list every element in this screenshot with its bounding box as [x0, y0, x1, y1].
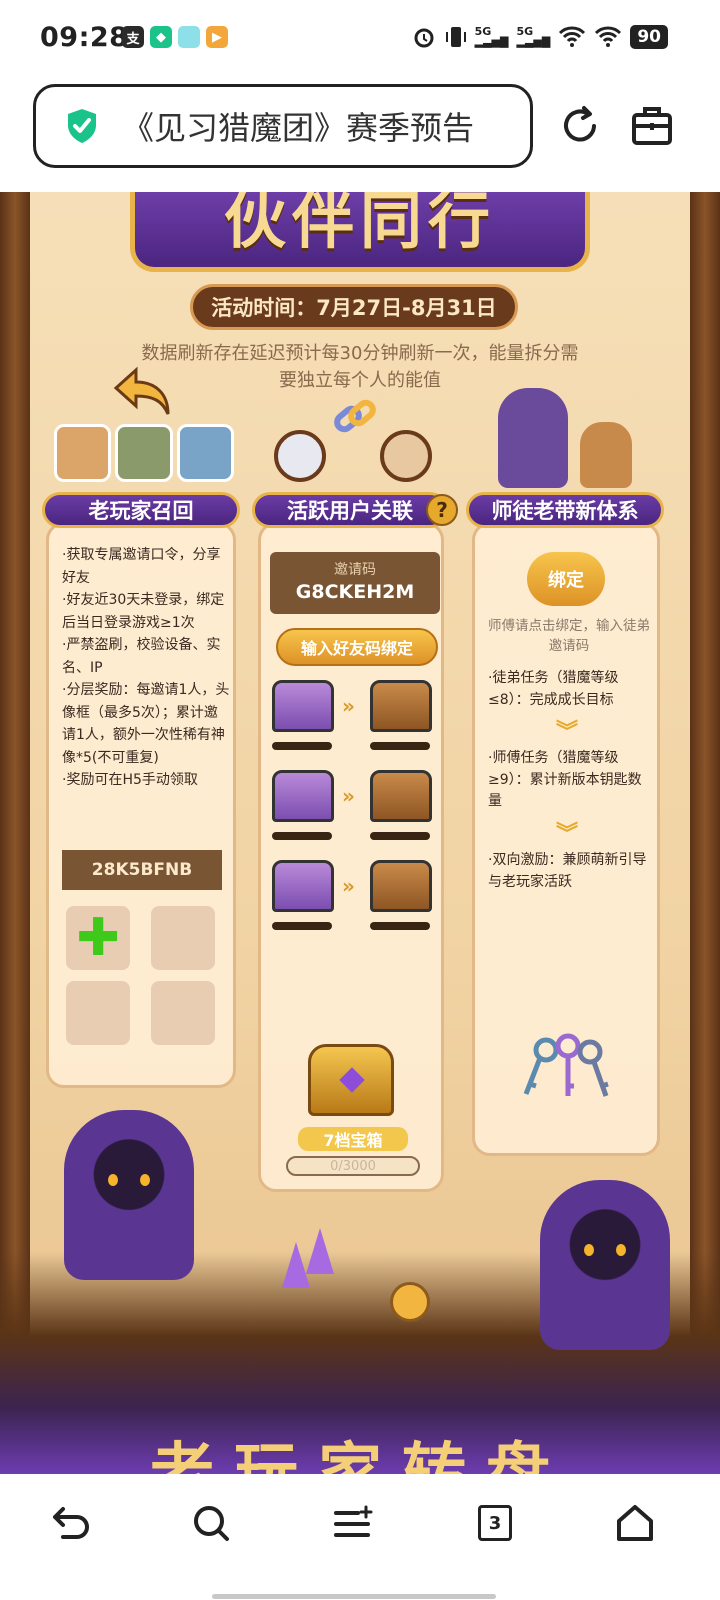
page-title: 《见习猎魔团》赛季预告 — [122, 109, 475, 147]
avatar — [176, 424, 234, 482]
crystal-icon — [306, 1228, 334, 1274]
search-icon — [194, 1506, 229, 1541]
chevron-down-icon: ︾ — [556, 822, 579, 847]
video-app-icon: ▶ — [206, 26, 228, 48]
purple-chest-icon — [272, 770, 334, 822]
address-bar[interactable]: 《见习猎魔团》赛季预告 — [33, 84, 533, 168]
treasure-chest-icon[interactable] — [308, 1044, 394, 1116]
invite-code-card[interactable]: 邀请码 G8CKEH2M — [270, 552, 440, 614]
reward-row: » — [270, 770, 440, 846]
bottom-banner-text: 老玩家转盘 — [150, 1437, 570, 1474]
search-button[interactable] — [188, 1500, 234, 1546]
help-icon[interactable]: ? — [426, 494, 458, 526]
reward-bar — [272, 742, 332, 750]
mentor-task: ·师傅任务（猎魔等级≥9）：累计新版本钥匙数量 — [488, 750, 642, 809]
bind-button[interactable]: 绑定 — [527, 552, 605, 606]
chest-tier-label: 7档宝箱 — [298, 1127, 408, 1151]
message-app-icon — [178, 26, 200, 48]
chest-progress: 0/3000 — [286, 1156, 420, 1176]
gold-chest-icon — [370, 770, 432, 822]
title-banner: 伙伴同行 — [130, 192, 590, 272]
reward-bar — [272, 922, 332, 930]
wifi-icon-2 — [595, 26, 622, 47]
signal-2-icon: 5G ▂▃▅▇ — [516, 25, 551, 48]
status-bar: 09:28 支 ◆ ▶ 5G ▂▃▅▇ 5G ▂▃▅▇ 90 — [0, 0, 720, 78]
event-page: 伙伴同行 活动时间：7月27日-8月31日 数据刷新存在延迟预计每30分钟刷新一… — [0, 192, 720, 1474]
back-icon — [53, 1507, 89, 1539]
wifi-icon — [559, 26, 586, 47]
gem-icon — [339, 1067, 365, 1093]
mentor-character — [498, 388, 568, 488]
alarm-icon — [414, 28, 434, 48]
cat-avatar — [274, 430, 326, 482]
friend-slot[interactable] — [66, 981, 130, 1045]
recall-panel-title: 老玩家召回 — [42, 492, 240, 528]
reward-row: » — [270, 860, 440, 936]
avatar — [115, 424, 173, 482]
reward-bar — [370, 742, 430, 750]
add-friend-slot[interactable]: ✚ — [66, 906, 130, 970]
system-status-icons: 5G ▂▃▅▇ 5G ▂▃▅▇ 90 — [411, 24, 668, 50]
banner-title: 伙伴同行 — [223, 192, 496, 257]
gold-chest-icon — [370, 680, 432, 732]
security-app-icon: ◆ — [150, 26, 172, 48]
friend-slot[interactable] — [151, 981, 215, 1045]
notification-icons: 支 ◆ ▶ — [122, 26, 228, 48]
menu-button[interactable] — [330, 1500, 376, 1546]
recall-rules: ·获取专属邀请口令，分享好友 ·好友近30天未登录，绑定后当日登录游戏≥1次 ·… — [62, 547, 230, 788]
reward-bar — [272, 832, 332, 840]
home-button[interactable] — [612, 1500, 658, 1546]
menu-icon — [334, 1505, 373, 1537]
signal-1-icon: 5G ▂▃▅▇ — [474, 25, 509, 48]
recall-invite-code[interactable]: 28K5BFNB — [62, 850, 222, 890]
arrow-icon: » — [342, 694, 355, 718]
reward-bar — [370, 832, 430, 840]
battery-indicator: 90 — [630, 25, 668, 49]
boy-avatar — [380, 430, 432, 482]
hooded-creature-right — [540, 1180, 670, 1350]
reward-bar — [370, 922, 430, 930]
shield-check-icon — [68, 109, 96, 143]
purple-chest-icon — [272, 860, 334, 912]
home-indicator[interactable] — [212, 1594, 496, 1599]
reload-icon[interactable] — [558, 104, 602, 148]
bind-hint: 师傅请点击绑定，输入徒弟邀请码 — [488, 618, 650, 654]
invite-code-label: 邀请码 — [334, 562, 376, 578]
app-notification-icon: 支 — [122, 26, 144, 48]
chevron-down-icon: ︾ — [556, 720, 579, 745]
browser-bottom-nav: 3 — [0, 1474, 720, 1600]
hooded-creature-left — [64, 1110, 194, 1280]
mentor-panel-title: 师徒老带新体系 — [466, 492, 664, 528]
briefcase-icon[interactable] — [630, 104, 674, 148]
invite-code-value: G8CKEH2M — [295, 581, 415, 603]
apprentice-task: ·徒弟任务（猎魔等级≤8）：完成成长目标 — [488, 670, 619, 708]
reward-row: » — [270, 680, 440, 756]
arrow-icon: » — [342, 874, 355, 898]
link-chain-icon — [334, 399, 376, 433]
tabs-icon: 3 — [478, 1505, 512, 1541]
status-time: 09:28 — [40, 22, 129, 53]
mutual-incentive: ·双向激励：兼顾萌新引导与老玩家活跃 — [488, 852, 647, 890]
tabs-button[interactable]: 3 — [472, 1500, 518, 1546]
refresh-notice: 数据刷新存在延迟预计每30分钟刷新一次，能量拆分需要独立每个人的能值 — [141, 343, 579, 391]
apprentice-character — [580, 422, 632, 488]
return-arrow-icon — [113, 366, 170, 415]
event-time: 活动时间：7月27日-8月31日 — [190, 284, 518, 330]
coin-icon — [390, 1282, 430, 1322]
back-button[interactable] — [48, 1500, 94, 1546]
arrow-icon: » — [342, 784, 355, 808]
friend-slot[interactable] — [151, 906, 215, 970]
avatar-group — [54, 424, 234, 484]
purple-chest-icon — [272, 680, 334, 732]
browser-toolbar: 《见习猎魔团》赛季预告 — [0, 78, 720, 192]
keys-icon — [523, 1033, 609, 1097]
avatar — [54, 424, 112, 482]
home-icon — [617, 1505, 653, 1541]
bind-friend-code-button[interactable]: 输入好友码绑定 — [276, 628, 438, 666]
gold-chest-icon — [370, 860, 432, 912]
vibrate-icon — [445, 27, 466, 47]
link-panel-title: 活跃用户关联 — [252, 492, 448, 528]
